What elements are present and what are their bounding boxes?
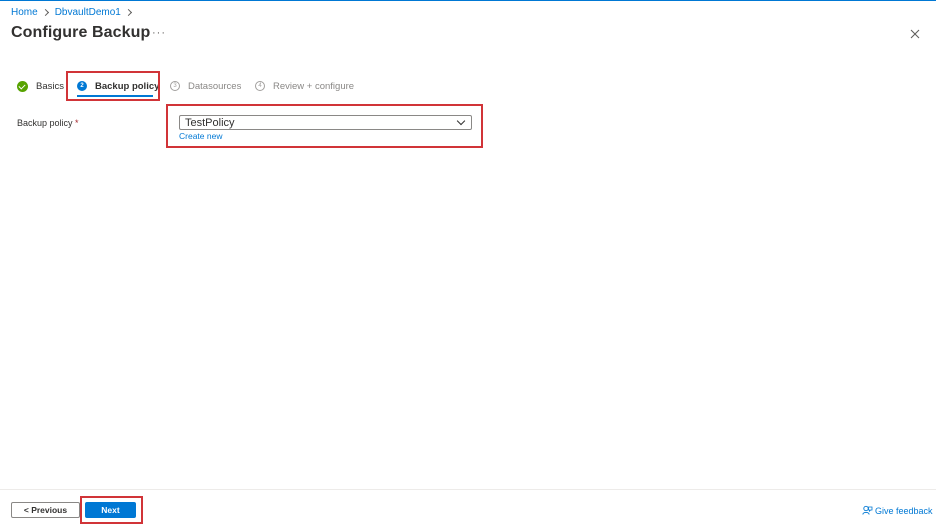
chevron-right-icon <box>124 8 132 17</box>
backup-policy-dropdown[interactable]: TestPolicy <box>179 115 472 130</box>
create-new-link[interactable]: Create new <box>179 131 222 141</box>
tab-basics[interactable]: Basics <box>17 76 64 96</box>
previous-button[interactable]: < Previous <box>11 502 80 518</box>
tab-label: Basics <box>36 80 64 92</box>
more-options-button[interactable]: ··· <box>152 27 166 39</box>
top-accent-line <box>0 0 936 1</box>
footer-divider <box>0 489 936 490</box>
required-marker: * <box>75 118 79 128</box>
breadcrumb: Home DbvaultDemo1 <box>11 7 138 18</box>
checkmark-icon <box>17 80 28 92</box>
breadcrumb-home[interactable]: Home <box>11 7 38 18</box>
field-label-text: Backup policy <box>17 118 73 128</box>
next-button[interactable]: Next <box>85 502 136 518</box>
dropdown-value: TestPolicy <box>185 116 235 129</box>
highlight-box-tab <box>66 71 160 101</box>
chevron-right-icon <box>41 8 49 17</box>
tab-datasources[interactable]: 3 Datasources <box>170 76 241 96</box>
chevron-down-icon <box>456 116 466 126</box>
backup-policy-label: Backup policy * <box>17 118 79 128</box>
tab-label: Review + configure <box>273 80 355 92</box>
breadcrumb-vault[interactable]: DbvaultDemo1 <box>55 7 121 18</box>
close-icon[interactable] <box>909 28 921 40</box>
give-feedback-link[interactable]: Give feedback <box>862 505 933 516</box>
feedback-icon <box>862 505 873 515</box>
tab-review-configure[interactable]: 4 Review + configure <box>255 76 354 96</box>
step-number-badge: 3 <box>170 81 180 91</box>
page-title: Configure Backup <box>11 24 151 41</box>
step-number-badge: 4 <box>255 81 265 91</box>
feedback-label: Give feedback <box>875 505 933 516</box>
tab-label: Datasources <box>188 80 242 92</box>
